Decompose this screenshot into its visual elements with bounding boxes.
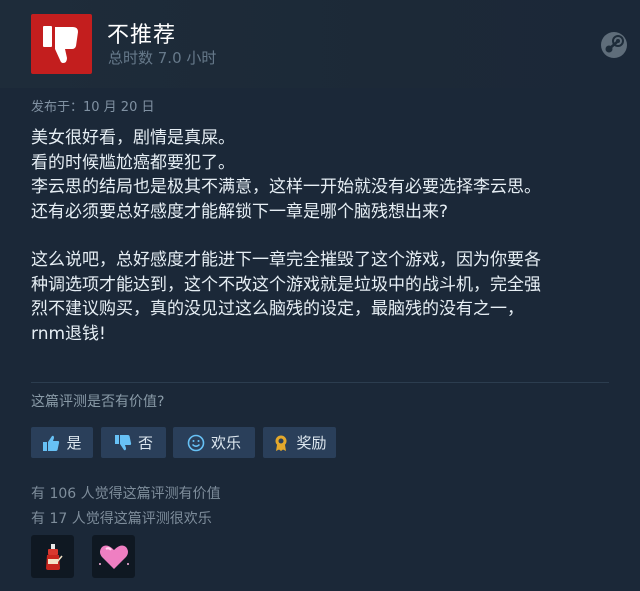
hours-played: 总时数 7.0 小时 [108,49,217,67]
review-line: 种调选项才能达到，这个不改这个游戏就是垃圾中的战斗机，完全强 [31,274,541,295]
heart-award-icon [98,545,129,569]
review-line: 这么说吧，总好感度才能进下一章完全摧毁了这个游戏，因为你要各 [31,250,541,270]
thumb-down-badge [31,14,92,74]
vote-yes-label: 是 [66,434,82,452]
review-header: 不推荐 总时数 7.0 小时 [0,0,640,88]
medal-icon [272,434,290,452]
vote-no-label: 否 [137,434,153,452]
thumb-down-icon [114,434,132,452]
recommendation-title: 不推荐 [107,23,177,48]
vote-yes-button[interactable]: 是 [31,427,93,458]
thumb-down-icon [42,26,78,63]
review-body: 美女很好看，剧情是真屎。 看的时候尴尬癌都要犯了。 李云思的结局也是极其不满意，… [31,126,631,346]
vote-funny-button[interactable]: 欢乐 [173,427,255,458]
review-line: 美女很好看，剧情是真屎。 [31,128,235,148]
vote-no-button[interactable]: 否 [101,427,166,458]
review-line: 李云思的结局也是极其不满意，这样一开始就没有必要选择李云思。 [31,177,541,197]
vote-funny-label: 欢乐 [210,434,241,452]
review-line: rnm退钱! [31,323,106,344]
award-button[interactable]: 奖励 [263,427,336,458]
steam-icon[interactable] [600,31,628,59]
hot-sauce-award[interactable] [31,535,74,578]
award-label: 奖励 [296,434,327,452]
divider [31,382,609,383]
helpful-count: 有 106 人觉得这篇评测有价值 [31,486,221,502]
review-line: 看的时候尴尬癌都要犯了。 [31,152,235,173]
helpful-question: 这篇评测是否有价值? [31,394,165,410]
hot-sauce-award-icon [45,543,63,570]
thumb-up-icon [42,434,60,452]
funny-count: 有 17 人觉得这篇评测很欢乐 [31,511,212,527]
heart-award[interactable] [92,535,135,578]
review-line: 还有必须要总好感度才能解锁下一章是哪个脑残想出来? [31,201,449,222]
posted-date: 发布于：10 月 20 日 [31,100,155,115]
smiley-icon [187,434,205,452]
review-line: 烈不建议购买，真的没见过这么脑残的设定，最脑残的没有之一， [31,299,524,319]
